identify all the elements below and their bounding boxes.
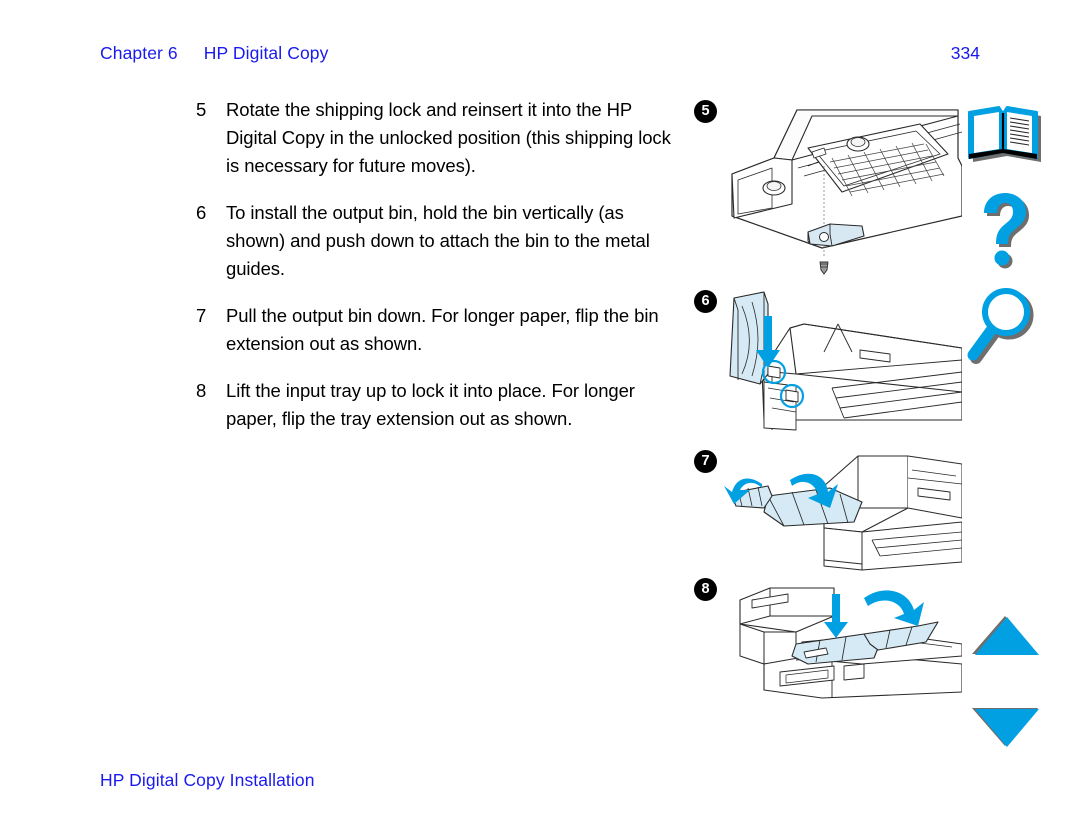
figure-step-6: 6 (690, 288, 962, 433)
figure-badge-5: 5 (694, 100, 717, 123)
step-item: 5 Rotate the shipping lock and reinsert … (196, 96, 686, 180)
step-number: 7 (196, 305, 207, 326)
question-mark-icon[interactable] (960, 190, 1050, 270)
step-text: Pull the output bin down. For longer pap… (226, 305, 659, 354)
step-text: Rotate the shipping lock and reinsert it… (226, 99, 671, 176)
triangle-up-icon[interactable] (960, 612, 1050, 662)
step-text: Lift the input tray up to lock it into p… (226, 380, 635, 429)
header-page-number: 334 (950, 43, 980, 63)
header-chapter-label: Chapter 6 (100, 43, 178, 63)
footer-section-label: HP Digital Copy Installation (100, 770, 315, 790)
figure-badge-8: 8 (694, 578, 717, 601)
header-section-title: HP Digital Copy (203, 43, 329, 63)
step-item: 7 Pull the output bin down. For longer p… (196, 302, 686, 358)
figure-step-5: 5 (690, 96, 962, 281)
step-number: 5 (196, 99, 207, 120)
magnifying-glass-icon[interactable] (960, 286, 1050, 366)
step-number: 8 (196, 380, 207, 401)
figure-artwork-5 (712, 96, 962, 281)
illustration-column: 5 6 7 8 (690, 96, 962, 716)
figure-artwork-8 (712, 576, 962, 701)
navigation-icon-rail (960, 96, 1060, 776)
figure-badge-6: 6 (694, 290, 717, 313)
figure-badge-7: 7 (694, 450, 717, 473)
figure-step-8: 8 (690, 576, 962, 701)
figure-artwork-6 (712, 288, 962, 433)
page-header: Chapter 6 HP Digital Copy 334 (100, 43, 980, 69)
open-book-icon[interactable] (960, 104, 1050, 174)
triangle-down-icon[interactable] (960, 702, 1050, 752)
step-item: 6 To install the output bin, hold the bi… (196, 199, 686, 283)
figure-step-7: 7 (690, 448, 962, 573)
instruction-steps-list: 5 Rotate the shipping lock and reinsert … (196, 96, 686, 452)
step-text: To install the output bin, hold the bin … (226, 202, 650, 279)
step-item: 8 Lift the input tray up to lock it into… (196, 377, 686, 433)
figure-artwork-7 (712, 448, 962, 573)
step-number: 6 (196, 202, 207, 223)
